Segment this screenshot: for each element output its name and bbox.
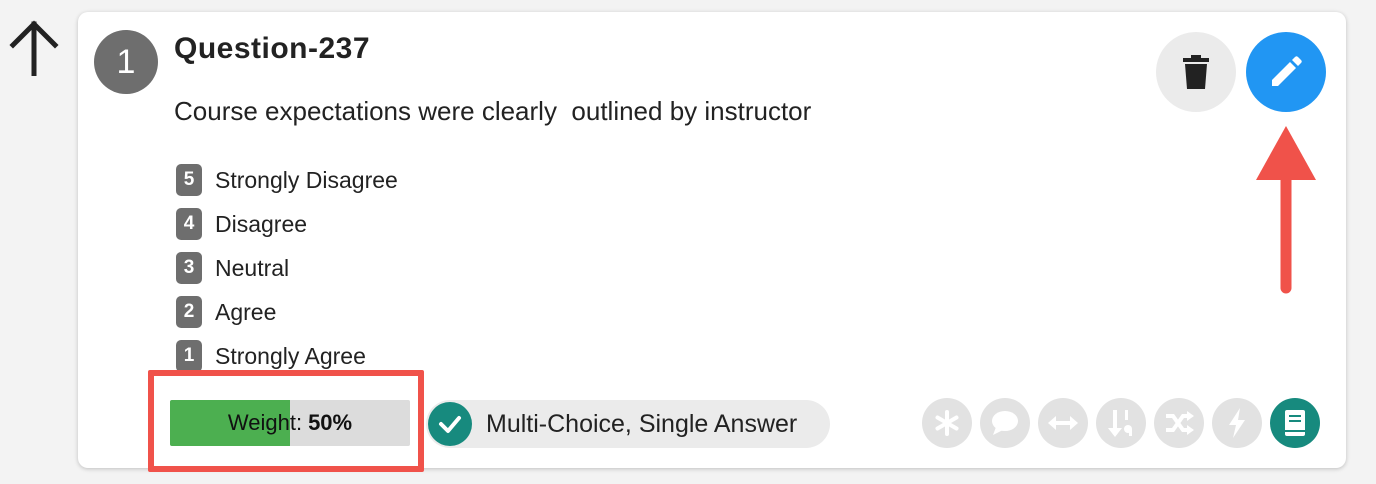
annotation-arrow-icon (1256, 126, 1316, 294)
question-type-chip[interactable]: Multi-Choice, Single Answer (426, 400, 830, 448)
comment-icon[interactable] (980, 398, 1030, 448)
weight-text: Weight: 50% (170, 400, 410, 446)
check-circle-icon (428, 402, 472, 446)
edit-button[interactable] (1246, 32, 1326, 112)
answer-option: 4 Disagree (176, 202, 398, 246)
answer-value-badge: 2 (176, 296, 202, 328)
answer-label: Disagree (215, 210, 308, 237)
answer-value-badge: 5 (176, 164, 202, 196)
question-text: Course expectations were clearly outline… (174, 96, 812, 126)
delete-button[interactable] (1156, 32, 1236, 112)
shuffle-icon[interactable] (1154, 398, 1204, 448)
book-icon[interactable] (1270, 398, 1320, 448)
answer-value-badge: 3 (176, 252, 202, 284)
weight-value: 50% (308, 410, 353, 435)
answer-label: Strongly Disagree (215, 166, 398, 193)
weight-label: Weight: (227, 410, 303, 435)
answer-label: Agree (215, 298, 277, 325)
question-type-label: Multi-Choice, Single Answer (486, 409, 798, 438)
answer-option: 2 Agree (176, 290, 398, 334)
weight-progress-bar[interactable]: Weight: 50% (170, 400, 410, 446)
answer-label: Strongly Agree (215, 342, 366, 369)
option-icons (922, 398, 1320, 448)
answer-value-badge: 4 (176, 208, 202, 240)
question-number-badge: 1 (94, 30, 158, 94)
pencil-icon (1272, 56, 1302, 86)
move-up-arrow-icon[interactable] (8, 20, 60, 76)
answer-value-badge: 1 (176, 340, 202, 372)
answer-list: 5 Strongly Disagree 4 Disagree 3 Neutral… (176, 158, 398, 378)
answer-option: 3 Neutral (176, 246, 398, 290)
answer-option: 5 Strongly Disagree (176, 158, 398, 202)
answer-label: Neutral (215, 254, 290, 281)
question-title: Question-237 (174, 32, 371, 65)
question-card: 1 Question-237 Course expectations were … (78, 12, 1346, 472)
arrows-horizontal-icon[interactable] (1038, 398, 1088, 448)
lightning-icon[interactable] (1212, 398, 1262, 448)
trash-icon (1183, 55, 1209, 89)
sort-numeric-icon[interactable] (1096, 398, 1146, 448)
asterisk-icon[interactable] (922, 398, 972, 448)
